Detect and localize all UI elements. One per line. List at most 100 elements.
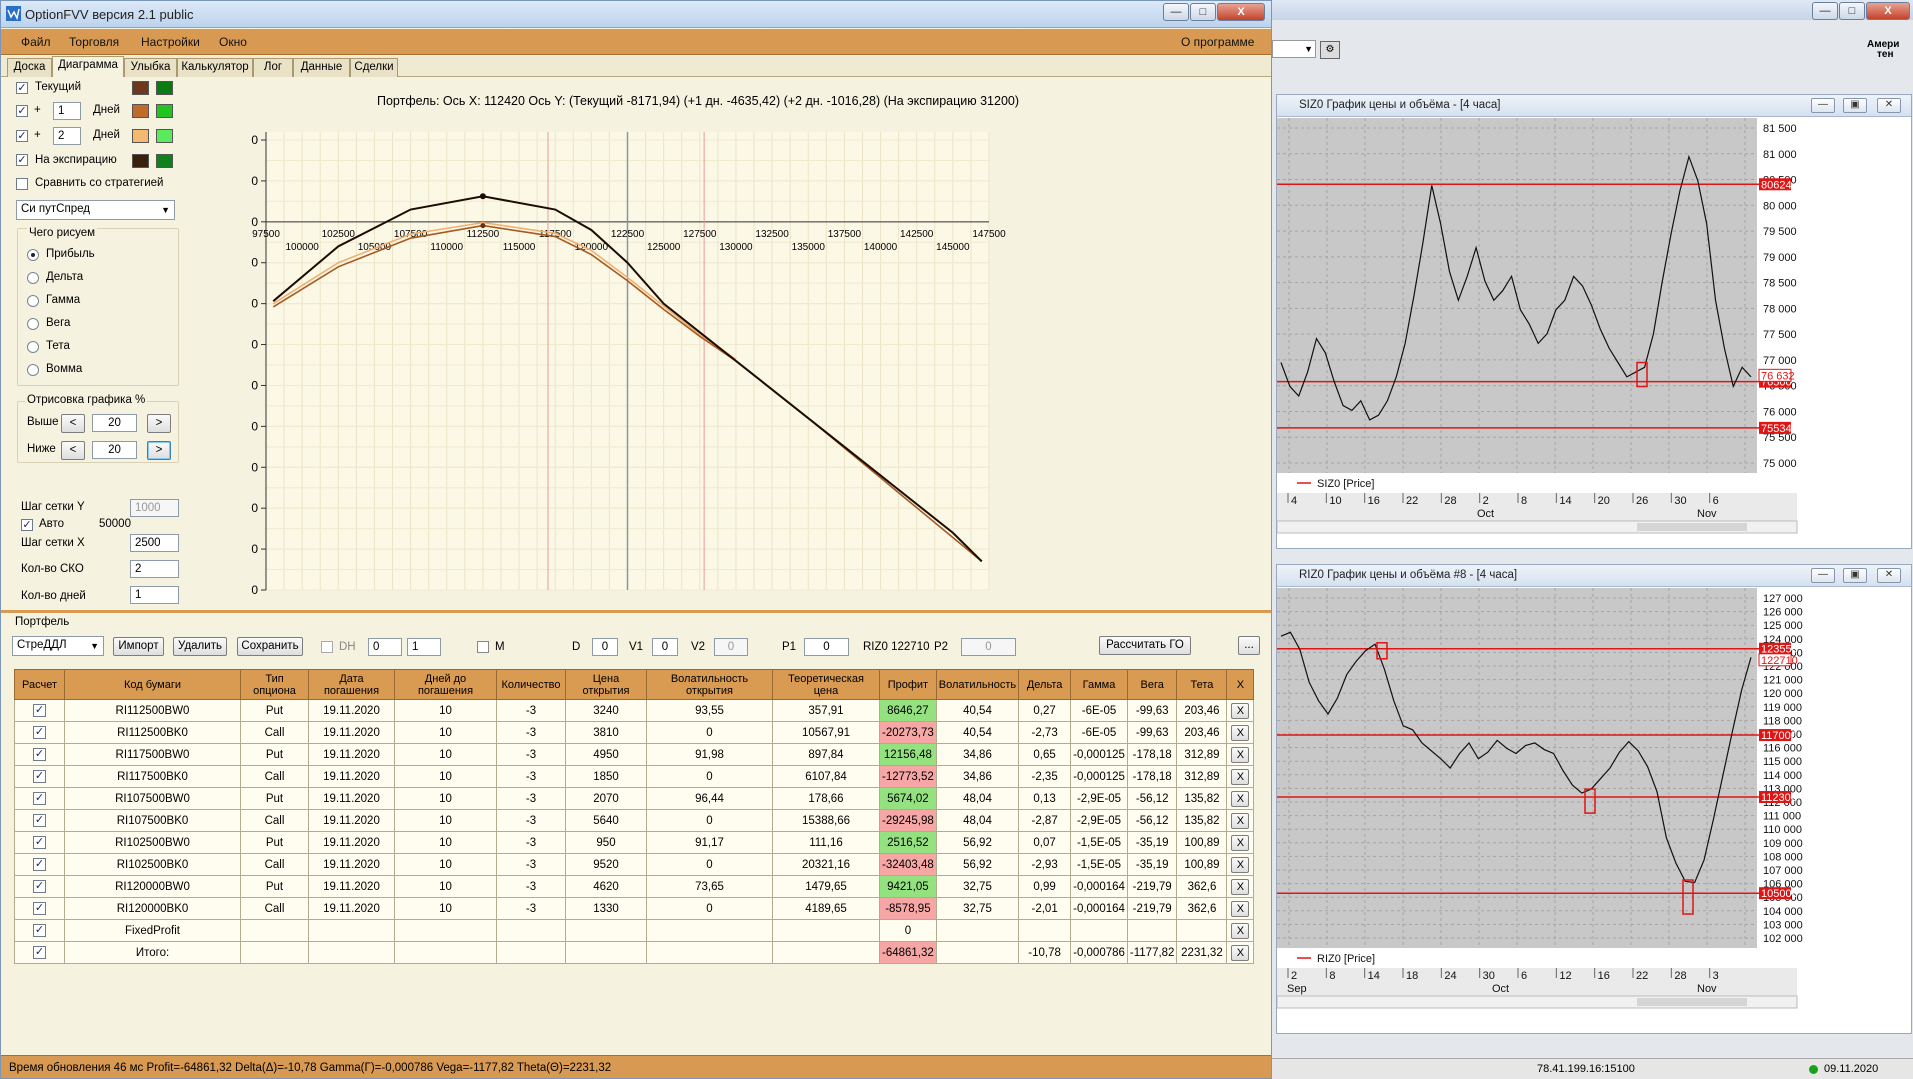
save-button[interactable]: Сохранить (237, 637, 303, 656)
remove-row-button[interactable]: X (1231, 878, 1250, 895)
menu-file[interactable]: Файл (21, 35, 51, 49)
remove-row-button[interactable]: X (1231, 856, 1250, 873)
current-checkbox[interactable]: ✓ (16, 82, 28, 94)
above-input[interactable]: 20 (92, 414, 137, 432)
auto-checkbox[interactable]: ✓ (21, 519, 33, 531)
compare-checkbox[interactable] (16, 178, 28, 190)
column-header[interactable]: Профит (879, 669, 937, 700)
bg-close-button[interactable]: X (1866, 2, 1910, 20)
tab-diagram[interactable]: Диаграмма (52, 56, 124, 77)
row-checkbox[interactable]: ✓ (33, 770, 46, 783)
m-checkbox[interactable] (477, 641, 489, 653)
strategy-select[interactable]: Си путСпред ▼ (16, 200, 175, 220)
expiry-color-swatch-2[interactable] (156, 154, 173, 168)
day1-checkbox[interactable]: ✓ (16, 105, 28, 117)
column-header[interactable]: Дней до погашения (394, 669, 497, 700)
more-button[interactable]: ... (1238, 636, 1260, 655)
riz0-close-button[interactable]: ✕ (1877, 568, 1901, 583)
table-row[interactable]: ✓ RI117500BW0 Put 19.11.2020 10 -3 4950 91,98 89… (14, 743, 1255, 766)
row-checkbox[interactable]: ✓ (33, 924, 46, 937)
scrollbar-thumb[interactable] (1637, 523, 1747, 531)
below-increase-button[interactable]: > (147, 441, 171, 460)
column-header[interactable]: Волатильность (935, 669, 1020, 700)
table-row-total[interactable]: ✓ Итого: -64861,32 -10,78 -0,000786 -1177,82 2… (14, 941, 1255, 964)
column-header[interactable]: Цена открытия (565, 669, 647, 700)
day2-color-swatch[interactable] (132, 129, 149, 143)
table-row[interactable]: ✓ RI107500BW0 Put 19.11.2020 10 -3 2070 96,44 17… (14, 787, 1255, 810)
row-checkbox[interactable]: ✓ (33, 748, 46, 761)
v2-input[interactable]: 0 (714, 638, 748, 656)
column-header[interactable]: Код бумаги (64, 669, 241, 700)
column-header[interactable]: Тип опциона (240, 669, 309, 700)
column-header[interactable]: Гамма (1070, 669, 1128, 700)
table-row[interactable]: ✓ RI102500BK0 Call 19.11.2020 10 -3 9520 0 20321… (14, 853, 1255, 876)
siz0-price-chart[interactable]: 81 50081 00080 50080 00079 50079 00078 5… (1277, 118, 1911, 548)
row-checkbox[interactable]: ✓ (33, 880, 46, 893)
dh-spinner-2[interactable]: 1 (407, 638, 441, 656)
maximize-button[interactable]: □ (1190, 3, 1216, 21)
radio-gamma[interactable] (27, 295, 39, 307)
table-row[interactable]: ✓ RI102500BW0 Put 19.11.2020 10 -3 950 91,17 111… (14, 831, 1255, 854)
column-header[interactable]: Расчет (14, 669, 65, 700)
tab-data[interactable]: Данные (293, 58, 350, 77)
tab-deals[interactable]: Сделки (350, 58, 398, 77)
row-checkbox[interactable]: ✓ (33, 726, 46, 739)
minimize-button[interactable]: — (1163, 3, 1189, 21)
day2-checkbox[interactable]: ✓ (16, 130, 28, 142)
bg-toolbar-icon[interactable]: ⚙ (1320, 41, 1340, 59)
row-checkbox[interactable]: ✓ (33, 902, 46, 915)
column-header[interactable]: Количество (496, 669, 566, 700)
table-row[interactable]: ✓ RI112500BK0 Call 19.11.2020 10 -3 3810 0 10567… (14, 721, 1255, 744)
menu-about[interactable]: О программе (1181, 35, 1254, 49)
column-header[interactable]: Волатильность открытия (646, 669, 773, 700)
tab-calculator[interactable]: Калькулятор (177, 58, 253, 77)
dh-checkbox[interactable] (321, 641, 333, 653)
table-row[interactable]: ✓ RI120000BK0 Call 19.11.2020 10 -3 1330 0 4189,… (14, 897, 1255, 920)
radio-theta[interactable] (27, 341, 39, 353)
splitter[interactable] (1, 610, 1271, 613)
p1-input[interactable]: 0 (804, 638, 849, 656)
remove-row-button[interactable]: X (1231, 702, 1250, 719)
siz0-close-button[interactable]: ✕ (1877, 98, 1901, 113)
row-checkbox[interactable]: ✓ (33, 814, 46, 827)
remove-row-button[interactable]: X (1231, 812, 1250, 829)
remove-row-button[interactable]: X (1231, 922, 1250, 939)
payoff-chart[interactable]: 100000 50000 0 -50000 -100000 -150000 -200000 -… (251, 119, 1251, 604)
days-count-input[interactable]: 1 (130, 586, 179, 604)
expiry-color-swatch[interactable] (132, 154, 149, 168)
sko-input[interactable]: 2 (130, 560, 179, 578)
row-checkbox[interactable]: ✓ (33, 704, 46, 717)
column-header[interactable]: Теоретическая цена (772, 669, 880, 700)
remove-row-button[interactable]: X (1231, 724, 1250, 741)
current-color-swatch[interactable] (132, 81, 149, 95)
day1-color-swatch-2[interactable] (156, 104, 173, 118)
siz0-minimize-button[interactable]: — (1811, 98, 1835, 113)
row-checkbox[interactable]: ✓ (33, 792, 46, 805)
delete-button[interactable]: Удалить (173, 637, 227, 656)
dh-spinner-1[interactable]: 0 (368, 638, 402, 656)
remove-row-button[interactable]: X (1231, 790, 1250, 807)
radio-vomma[interactable] (27, 364, 39, 376)
current-color-swatch-2[interactable] (156, 81, 173, 95)
day1-input[interactable]: 1 (53, 102, 81, 120)
day1-color-swatch[interactable] (132, 104, 149, 118)
remove-row-button[interactable]: X (1231, 746, 1250, 763)
remove-row-button[interactable]: X (1231, 834, 1250, 851)
row-checkbox[interactable]: ✓ (33, 858, 46, 871)
tab-board[interactable]: Доска (7, 58, 52, 77)
bg-minimize-button[interactable]: — (1812, 2, 1838, 20)
d-input[interactable]: 0 (592, 638, 618, 656)
menu-settings[interactable]: Настройки (141, 35, 200, 49)
below-decrease-button[interactable]: < (61, 441, 85, 460)
radio-vega[interactable] (27, 318, 39, 330)
tab-log[interactable]: Лог (253, 58, 293, 77)
menu-trading[interactable]: Торговля (69, 35, 119, 49)
calc-go-button[interactable]: Рассчитать ГО (1099, 636, 1191, 655)
scrollbar-thumb[interactable] (1637, 998, 1747, 1006)
import-button[interactable]: Импорт (113, 637, 164, 656)
column-header[interactable]: Тета (1176, 669, 1228, 700)
row-checkbox[interactable]: ✓ (33, 946, 46, 959)
radio-profit[interactable] (27, 249, 39, 261)
column-header[interactable]: Дата погашения (308, 669, 395, 700)
row-checkbox[interactable]: ✓ (33, 836, 46, 849)
